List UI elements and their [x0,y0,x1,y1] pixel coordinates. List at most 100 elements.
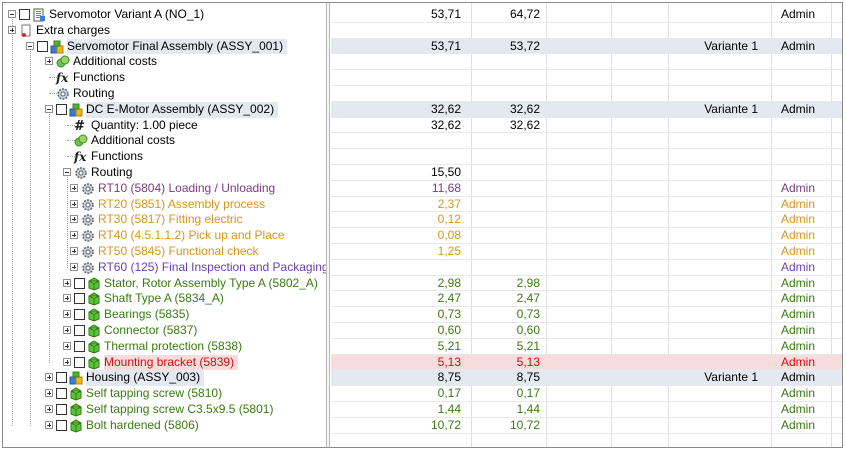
tree-node[interactable]: Extra charges [3,23,325,39]
tree-node-label[interactable]: RT20 (5851) Assembly process [98,197,265,213]
tree-node-label[interactable]: Functions [73,70,125,86]
tree-node[interactable]: RT60 (125) Final Inspection and Packagin… [3,260,329,276]
grid-row[interactable] [331,70,842,86]
row-checkbox[interactable] [37,40,48,52]
tree-node[interactable]: Self tapping screw C3.5x9.5 (5801) [3,402,325,418]
tree-node-label[interactable]: Routing [91,165,132,181]
tree-node[interactable]: Bolt hardened (5806) [3,418,325,434]
tree-node-label[interactable]: RT60 (125) Final Inspection and Packagin… [98,260,329,276]
tree-node[interactable]: Bearings (5835) [3,307,325,323]
row-checkbox[interactable] [74,277,85,289]
grid-row[interactable] [331,54,842,71]
tree-node[interactable]: Connector (5837) [3,323,325,339]
grid-row[interactable] [331,23,842,39]
tree-node[interactable]: Servomotor Variant A (NO_1) [3,7,325,23]
row-checkbox[interactable] [74,293,85,305]
row-checkbox[interactable] [74,356,85,368]
tree-node[interactable]: RT40 (4.5.1.1.2) Pick up and Place [3,228,325,244]
expand-icon[interactable] [45,405,53,413]
row-checkbox[interactable] [74,325,85,336]
grid-row[interactable]: 1,44 1,44 Admin [331,402,842,418]
tree-node[interactable]: Routing [3,165,325,181]
tree-node[interactable]: Routing [3,86,325,102]
expand-icon[interactable] [63,326,71,334]
grid-row[interactable]: 32,62 32,62 [331,118,842,134]
grid-row[interactable]: 5,13 5,13 Admin [331,354,842,371]
tree-node[interactable]: RT50 (5845) Functional check [3,244,325,260]
tree-node-label[interactable]: RT40 (4.5.1.1.2) Pick up and Place [98,228,285,244]
tree-node-label[interactable]: Servomotor Final Assembly (ASSY_001) [67,38,288,55]
tree-node-label[interactable]: Extra charges [36,23,110,39]
tree-node[interactable]: Additional costs [3,54,325,70]
tree-node-label[interactable]: Bearings (5835) [104,307,189,323]
tree-node-label[interactable]: RT30 (5817) Fitting electric [98,212,243,228]
grid-row[interactable]: 0,17 0,17 Admin [331,386,842,402]
grid-row[interactable]: Admin [331,260,842,276]
tree-node-label[interactable]: Additional costs [91,133,175,149]
grid-row[interactable] [331,149,842,165]
grid-row[interactable]: 0,08 Admin [331,228,842,244]
row-checkbox[interactable] [56,404,67,415]
row-checkbox[interactable] [56,103,67,115]
tree-node-label[interactable]: Mounting bracket (5839) [104,354,239,371]
expand-icon[interactable] [63,357,71,366]
tree-node-label[interactable]: RT10 (5804) Loading / Unloading [98,181,275,197]
pane-splitter[interactable] [326,3,330,447]
tree-node-label[interactable]: Quantity: 1.00 piece [91,118,198,134]
row-checkbox[interactable] [74,340,85,352]
tree-node-label[interactable]: Bolt hardened (5806) [86,418,199,434]
tree-node[interactable]: Servomotor Final Assembly (ASSY_001) [3,38,325,55]
tree-node-label[interactable]: Self tapping screw C3.5x9.5 (5801) [86,402,273,418]
grid-row[interactable]: 10,72 10,72 Admin [331,418,842,434]
expand-icon[interactable] [63,310,71,319]
tree-node[interactable]: Shaft Type A (5834_A) [3,291,325,307]
tree-node[interactable]: Stator, Rotor Assembly Type A (5802_A) [3,276,325,292]
grid-row[interactable]: 53,71 53,72 Variante 1 Admin [331,38,842,55]
collapse-icon[interactable] [26,41,34,50]
tree-node[interactable]: # Quantity: 1.00 piece [3,118,325,134]
expand-icon[interactable] [8,25,16,34]
expand-icon[interactable] [45,420,53,429]
tree-node[interactable]: Self tapping screw (5810) [3,386,325,402]
grid-row[interactable] [331,133,842,150]
expand-icon[interactable] [63,341,71,350]
grid-row[interactable]: 11,68 Admin [331,181,842,197]
grid-row[interactable]: 0,60 0,60 Admin [331,323,842,339]
grid-row[interactable]: 0,73 0,73 Admin [331,307,842,323]
tree-node-label[interactable]: Housing (ASSY_003) [86,370,205,387]
tree-node[interactable]: Additional costs [3,133,325,149]
grid-row[interactable]: 32,62 32,62 Variante 1 Admin [331,101,842,118]
expand-icon[interactable] [70,199,78,208]
grid-row[interactable]: 15,50 [331,165,842,181]
tree-node-label[interactable]: Self tapping screw (5810) [86,386,222,402]
tree-node[interactable]: Thermal protection (5838) [3,339,325,355]
row-checkbox[interactable] [56,388,67,400]
grid-row[interactable]: 0,12 Admin [331,212,842,229]
tree-node[interactable]: RT10 (5804) Loading / Unloading [3,181,325,197]
grid-row[interactable]: 2,37 Admin [331,197,842,213]
row-checkbox[interactable] [19,9,30,20]
tree-node-label[interactable]: Thermal protection (5838) [104,339,242,355]
row-checkbox[interactable] [74,309,85,321]
grid-row[interactable]: 2,98 2,98 Admin [331,276,842,292]
tree-node[interactable]: RT30 (5817) Fitting electric [3,212,325,228]
grid-row[interactable]: 53,71 64,72 Admin [331,7,842,23]
collapse-icon[interactable] [45,104,53,113]
tree-node-label[interactable]: Routing [73,86,114,102]
expand-icon[interactable] [70,215,78,224]
expand-icon[interactable] [70,183,78,192]
tree-node-label[interactable]: Functions [91,149,143,165]
tree-node[interactable]: DC E-Motor Assembly (ASSY_002) [3,101,325,118]
grid-row[interactable]: 2,47 2,47 Admin [331,291,842,308]
expand-icon[interactable] [70,231,78,240]
expand-icon[interactable] [63,294,71,303]
tree-node[interactable]: Mounting bracket (5839) [3,354,325,371]
expand-icon[interactable] [45,389,53,398]
expand-icon[interactable] [63,278,71,287]
grid-row[interactable]: 8,75 8,75 Variante 1 Admin [331,370,842,387]
expand-icon[interactable] [70,247,78,255]
expand-icon[interactable] [70,262,78,271]
expand-icon[interactable] [45,373,53,382]
grid-row[interactable] [331,86,842,102]
tree-node[interactable]: RT20 (5851) Assembly process [3,197,325,213]
